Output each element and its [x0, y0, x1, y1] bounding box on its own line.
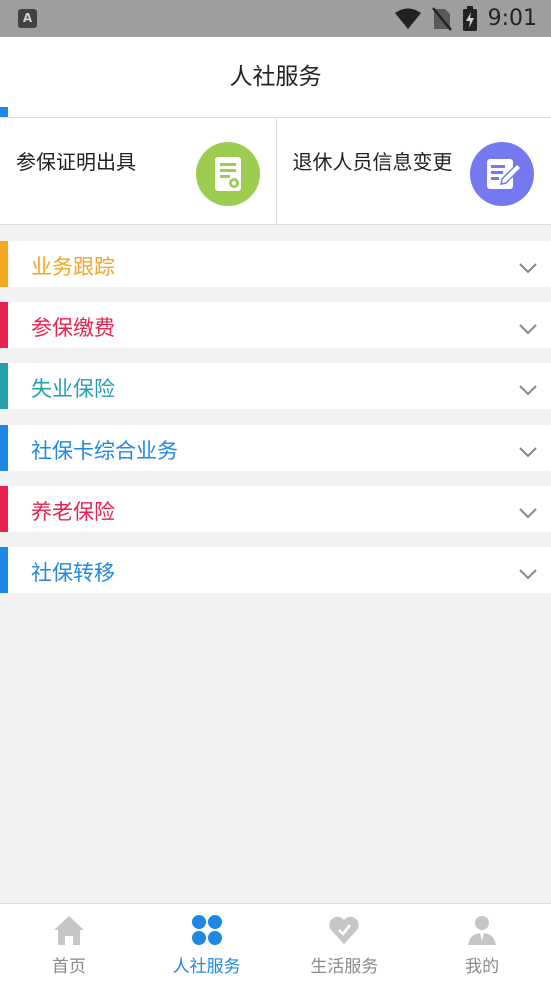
clover-icon	[191, 915, 222, 945]
tab-life-services[interactable]: 生活服务	[276, 904, 414, 981]
section-label: 社保转移	[31, 561, 115, 585]
quick-actions: 参保证明出具 退休人员信息变更	[0, 117, 551, 225]
quick-action-label: 退休人员信息变更	[292, 150, 453, 174]
page-header: 人社服务	[0, 37, 551, 117]
tab-label: 首页	[51, 957, 86, 977]
section-social-security-transfer[interactable]: 社保转移	[0, 547, 551, 593]
quick-action-insurance-certificate[interactable]: 参保证明出具	[0, 118, 276, 224]
chevron-down-icon	[519, 447, 537, 458]
tab-profile[interactable]: 我的	[413, 904, 551, 981]
document-certificate-icon	[195, 142, 260, 206]
wifi-icon	[394, 8, 421, 29]
section-pension-insurance[interactable]: 养老保险	[0, 486, 551, 532]
tab-label: 我的	[465, 957, 500, 977]
section-label: 失业保险	[31, 377, 115, 401]
status-bar: A 9:01	[0, 0, 551, 37]
section-color-bar	[0, 302, 8, 348]
section-unemployment-insurance[interactable]: 失业保险	[0, 363, 551, 409]
section-label: 养老保险	[31, 500, 115, 524]
section-label: 业务跟踪	[31, 255, 115, 279]
tab-label: 人社服务	[172, 957, 241, 977]
tab-hr-social-services[interactable]: 人社服务	[138, 904, 276, 981]
chevron-down-icon	[519, 263, 537, 274]
heart-icon	[329, 916, 360, 944]
status-indicators: 9:01	[394, 6, 537, 31]
status-time: 9:01	[487, 6, 537, 31]
person-icon	[468, 916, 497, 945]
section-color-bar	[0, 547, 8, 593]
section-social-security-card[interactable]: 社保卡综合业务	[0, 425, 551, 471]
home-icon	[53, 916, 84, 945]
chevron-down-icon	[519, 569, 537, 580]
tab-home[interactable]: 首页	[0, 904, 138, 981]
chevron-down-icon	[519, 508, 537, 519]
quick-action-label: 参保证明出具	[16, 150, 136, 174]
chevron-down-icon	[519, 324, 537, 335]
section-color-bar	[0, 486, 8, 532]
section-color-bar	[0, 425, 8, 471]
section-label: 社保卡综合业务	[31, 439, 178, 463]
edit-note-icon	[470, 142, 534, 206]
section-business-tracking[interactable]: 业务跟踪	[0, 241, 551, 287]
tab-label: 生活服务	[310, 957, 379, 977]
section-insurance-payment[interactable]: 参保缴费	[0, 302, 551, 348]
page-title: 人社服务	[229, 64, 322, 90]
section-label: 参保缴费	[31, 316, 115, 340]
quick-action-retiree-info-change[interactable]: 退休人员信息变更	[275, 118, 551, 224]
no-sim-icon	[431, 6, 452, 31]
chevron-down-icon	[519, 385, 537, 396]
section-color-bar	[0, 363, 8, 409]
battery-charging-icon	[462, 6, 477, 31]
bottom-tab-bar: 首页 人社服务 生活服务 我的	[0, 903, 551, 981]
section-color-bar	[0, 241, 8, 287]
header-accent-marker	[0, 107, 8, 117]
app-notification-icon: A	[18, 9, 37, 28]
